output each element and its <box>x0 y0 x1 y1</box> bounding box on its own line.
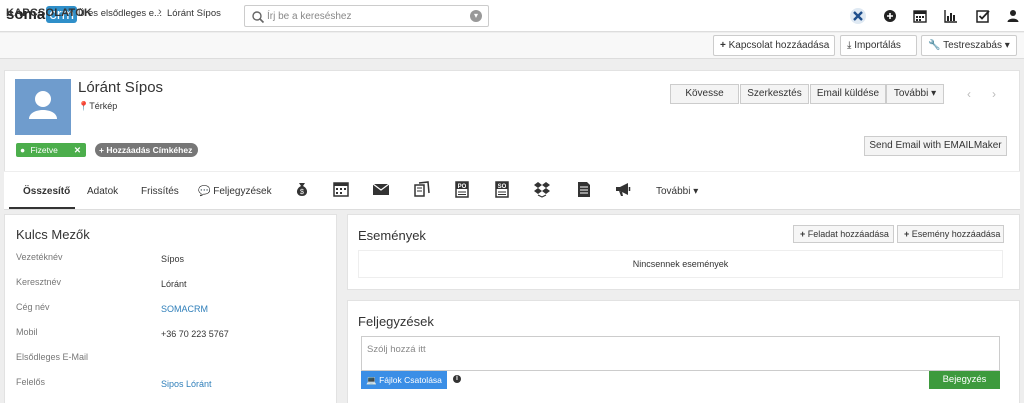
caret-down-icon: ▾ <box>931 88 937 99</box>
tab-details[interactable]: Adatok <box>87 186 118 197</box>
laptop-icon: 💻 <box>366 375 377 385</box>
tab-comments[interactable]: 💬 Feljegyzések <box>198 186 272 197</box>
tab-updates[interactable]: Frissítés <box>141 186 179 197</box>
field-label: Vezetéknév <box>16 252 63 262</box>
emailmaker-button[interactable]: Send Email with EMAILMaker <box>864 136 1007 156</box>
send-email-button[interactable]: Email küldése <box>810 84 886 104</box>
field-value-company[interactable]: SOMACRM <box>161 304 208 314</box>
breadcrumb-current: Lóránt Sípos <box>167 8 221 19</box>
calendar-icon[interactable] <box>332 180 350 198</box>
comment-placeholder: Szólj hozzá itt <box>367 344 426 355</box>
import-button[interactable]: ⤓ Importálás <box>840 35 917 56</box>
search-box[interactable]: Írj be a kereséshez ▾ <box>244 5 489 27</box>
envelope-icon[interactable] <box>372 180 390 198</box>
record-name: Lóránt Sípos <box>78 79 164 96</box>
map-link[interactable]: 📍Térkép <box>78 101 117 112</box>
tab-summary[interactable]: Összesítő <box>23 186 70 197</box>
customize-button[interactable]: 🔧 Testreszabás ▾ <box>921 35 1017 56</box>
chevron-right-icon: › <box>68 6 72 18</box>
breadcrumb-item[interactable]: Üres elsődleges e... <box>78 8 162 19</box>
document-icon[interactable] <box>575 180 593 198</box>
x-logo-icon[interactable] <box>850 8 866 24</box>
close-icon[interactable]: ✕ <box>74 143 81 157</box>
field-value-first-name[interactable]: Lóránt <box>161 279 187 289</box>
notes-title: Feljegyzések <box>358 314 434 329</box>
search-icon <box>252 11 265 24</box>
attach-files-button[interactable]: 💻 Fájlok Csatolása <box>361 371 447 389</box>
map-marker-icon: 📍 <box>78 101 90 111</box>
tab-more[interactable]: További ▾ <box>656 186 698 197</box>
person-icon <box>29 91 57 119</box>
sales-order-icon[interactable]: SO <box>493 180 511 198</box>
money-bag-icon[interactable]: $ <box>293 180 311 198</box>
svg-text:SO: SO <box>498 184 507 190</box>
avatar <box>15 79 71 135</box>
plus-icon: + <box>800 229 806 239</box>
search-input[interactable]: Írj be a kereséshez <box>267 11 352 22</box>
add-tag-button[interactable]: + Hozzáadás Címkéhez <box>95 143 198 157</box>
plus-icon: + <box>720 40 726 51</box>
svg-text:PO: PO <box>458 184 467 190</box>
events-title: Események <box>358 228 426 243</box>
plus-icon: + <box>99 145 104 155</box>
plus-circle-icon[interactable] <box>882 8 898 24</box>
field-label: Elsődleges E-Mail <box>16 352 89 362</box>
bar-chart-icon[interactable] <box>943 8 959 24</box>
svg-text:$: $ <box>300 189 304 196</box>
field-label: Felelős <box>16 377 46 387</box>
calendar-icon[interactable] <box>912 8 928 24</box>
dot-icon: ● <box>20 145 26 155</box>
caret-down-icon: ▾ <box>1004 40 1010 51</box>
chevron-right-icon: › <box>158 6 162 18</box>
plus-icon: + <box>904 229 910 239</box>
checkbox-icon[interactable] <box>975 8 991 24</box>
follow-button[interactable]: Kövesse <box>670 84 739 104</box>
add-task-button[interactable]: + Feladat hozzáadása <box>793 225 894 243</box>
field-label: Cég név <box>16 302 50 312</box>
post-comment-button[interactable]: Bejegyzés <box>929 371 1000 389</box>
tag-paid[interactable]: ● Fizetve ✕ <box>16 143 86 157</box>
field-value-owner[interactable]: Sipos Lóránt <box>161 379 212 389</box>
documents-icon[interactable] <box>413 180 431 198</box>
key-fields-title: Kulcs Mezők <box>16 227 90 242</box>
field-label: Keresztnév <box>16 277 62 287</box>
caret-down-icon: ▾ <box>693 186 699 197</box>
comment-icon: 💬 <box>198 186 211 197</box>
download-icon: ⤓ <box>847 40 852 51</box>
field-label: Mobil <box>16 327 38 337</box>
megaphone-icon[interactable] <box>614 180 632 198</box>
events-empty-message: Nincsennek események <box>358 250 1003 278</box>
add-contact-button[interactable]: + Kapcsolat hozzáadása <box>713 35 835 56</box>
user-icon[interactable] <box>1005 8 1021 24</box>
previous-record-button[interactable]: ‹ <box>959 84 979 104</box>
active-tab-indicator <box>9 207 75 209</box>
more-actions-button[interactable]: További ▾ <box>886 84 944 104</box>
dropbox-icon[interactable] <box>533 180 551 198</box>
edit-button[interactable]: Szerkesztés <box>740 84 809 104</box>
chevron-down-icon[interactable]: ▾ <box>470 10 482 22</box>
comment-textarea[interactable]: Szólj hozzá itt <box>361 336 1000 371</box>
field-value-mobile[interactable]: +36 70 223 5767 <box>161 329 229 339</box>
purchase-order-icon[interactable]: PO <box>453 180 471 198</box>
info-icon[interactable]: i <box>453 375 461 383</box>
add-event-button[interactable]: + Esemény hozzáadása <box>897 225 1004 243</box>
wrench-icon: 🔧 <box>928 40 941 51</box>
next-record-button[interactable]: › <box>984 84 1004 104</box>
field-value-last-name[interactable]: Sípos <box>161 254 184 264</box>
